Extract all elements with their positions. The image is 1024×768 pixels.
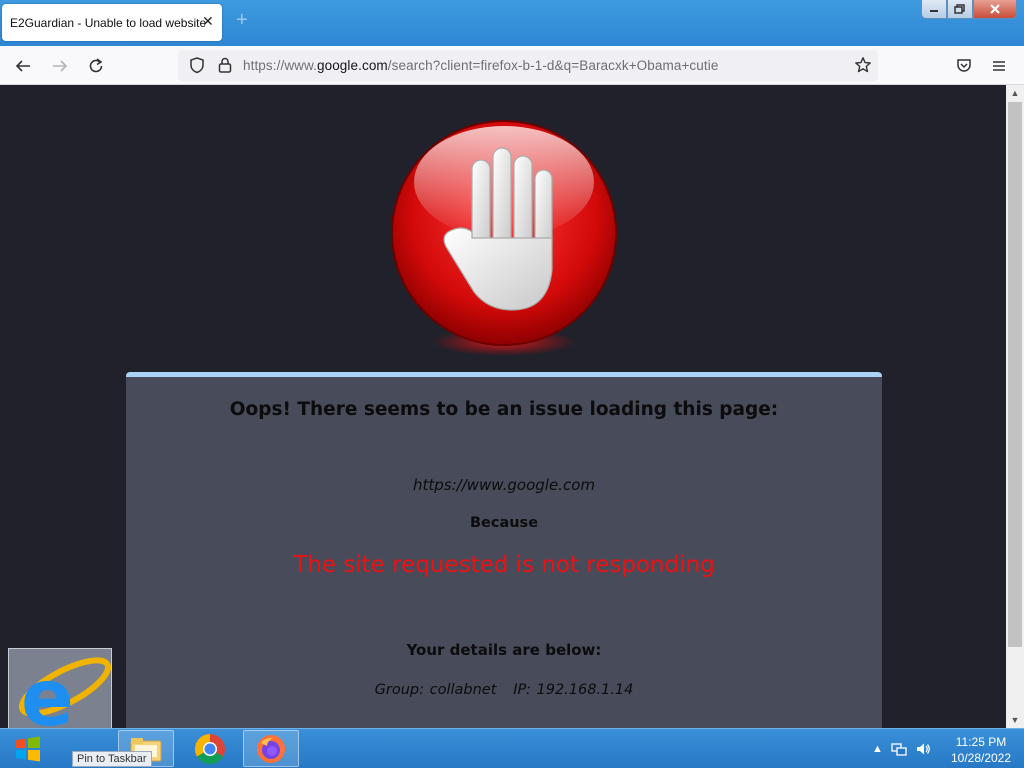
star-icon[interactable] [852, 54, 874, 76]
clock-time: 11:25 PM [955, 735, 1007, 749]
back-icon[interactable] [12, 55, 34, 77]
url-path: /search?client=firefox-b-1-d&q=Baracxk+O… [387, 58, 719, 73]
pin-to-taskbar-tooltip: Pin to Taskbar [72, 751, 152, 767]
firefox-icon [257, 734, 285, 763]
vertical-scrollbar[interactable]: ▲ ▼ [1006, 85, 1024, 728]
menu-icon[interactable] [988, 55, 1010, 77]
close-window-button[interactable] [973, 0, 1017, 19]
url-text[interactable]: https://www.google.com/search?client=fir… [243, 58, 718, 73]
network-icon[interactable] [891, 741, 907, 757]
reload-icon[interactable] [85, 55, 107, 77]
system-tray: ▲ [872, 729, 931, 768]
internet-explorer-drag-tile[interactable]: e [8, 648, 112, 744]
new-tab-button[interactable]: + [236, 9, 248, 32]
windows-logo-icon [16, 736, 40, 762]
title-bar: E2Guardian - Unable to load website ✕ + [0, 0, 1024, 46]
forward-icon[interactable] [49, 55, 71, 77]
scrollbar-thumb[interactable] [1008, 102, 1022, 647]
user-details: Group: collabnet IP: 192.168.1.14 [374, 682, 634, 698]
url-bar[interactable]: https://www.google.com/search?client=fir… [178, 50, 878, 81]
because-label: Because [469, 515, 539, 531]
taskbar: ▲ 11:25 PM 10/28/2022 [0, 728, 1024, 768]
blocked-url: https://www.google.com [413, 476, 595, 494]
scroll-down-arrow-icon[interactable]: ▼ [1006, 712, 1024, 728]
tab-title: E2Guardian - Unable to load website [10, 16, 207, 30]
chrome-icon [194, 733, 225, 764]
volume-icon[interactable] [915, 741, 931, 757]
url-prefix: https://www. [243, 58, 317, 73]
navigation-toolbar: https://www.google.com/search?client=fir… [0, 46, 1024, 85]
page-content: Oops! There seems to be an issue loading… [0, 85, 1006, 728]
restore-button[interactable] [947, 0, 973, 19]
error-heading: Oops! There seems to be an issue loading… [229, 399, 779, 420]
taskbar-firefox[interactable] [243, 730, 299, 767]
tab-e2guardian[interactable]: E2Guardian - Unable to load website ✕ [2, 4, 222, 41]
clock-date: 10/28/2022 [950, 751, 1012, 765]
tab-close-icon[interactable]: ✕ [202, 13, 214, 30]
details-heading: Your details are below: [406, 641, 602, 659]
stop-hand-icon [391, 120, 617, 356]
lock-icon[interactable] [214, 54, 236, 76]
pocket-icon[interactable] [953, 55, 975, 77]
shield-icon[interactable] [186, 54, 208, 76]
start-button[interactable] [0, 729, 56, 768]
svg-text:e: e [21, 654, 74, 735]
url-domain: google.com [316, 58, 388, 73]
error-panel: Oops! There seems to be an issue loading… [126, 372, 882, 728]
taskbar-clock[interactable]: 11:25 PM 10/28/2022 [946, 734, 1016, 766]
window-controls [921, 0, 1017, 20]
taskbar-chrome[interactable] [182, 730, 238, 767]
show-hidden-icons-icon[interactable]: ▲ [872, 743, 883, 755]
minimize-button[interactable] [921, 0, 947, 19]
scroll-up-arrow-icon[interactable]: ▲ [1006, 85, 1024, 101]
block-reason: The site requested is not responding [293, 552, 715, 578]
internet-explorer-icon: e [18, 654, 112, 744]
